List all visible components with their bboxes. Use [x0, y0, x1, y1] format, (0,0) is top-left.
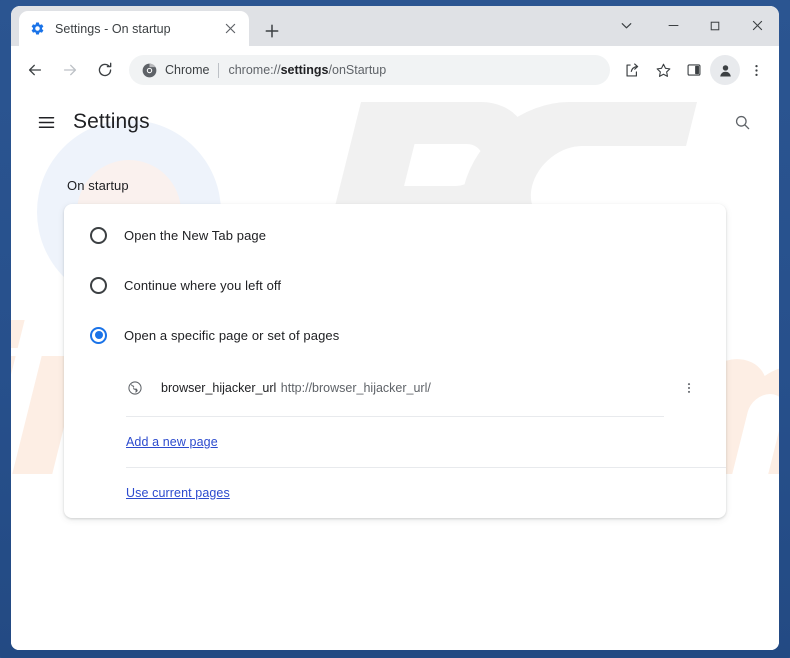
search-icon[interactable] — [725, 105, 759, 139]
url-suffix: /onStartup — [328, 63, 387, 77]
radio-indicator-selected — [90, 326, 107, 344]
startup-page-url: http://browser_hijacker_url/ — [280, 381, 431, 395]
radio-option-specific-pages[interactable]: Open a specific page or set of pages — [64, 310, 726, 360]
tab-strip: Settings - On startup — [11, 6, 779, 46]
use-current-pages-link[interactable]: Use current pages — [126, 486, 230, 500]
radio-label: Open the New Tab page — [124, 227, 267, 243]
radio-option-continue-where-left-off[interactable]: Continue where you left off — [64, 260, 726, 310]
minimize-icon[interactable] — [652, 9, 694, 42]
reload-icon[interactable] — [89, 54, 121, 86]
url-bold-part: settings — [280, 63, 329, 77]
radio-option-new-tab-page[interactable]: Open the New Tab page — [64, 210, 726, 260]
tab-title: Settings - On startup — [55, 21, 171, 36]
hamburger-menu-icon[interactable] — [29, 105, 63, 139]
star-icon[interactable] — [648, 55, 678, 85]
globe-icon — [126, 380, 143, 397]
use-current-pages-row[interactable]: Use current pages — [64, 468, 726, 518]
side-panel-icon[interactable] — [679, 55, 709, 85]
tab-search-chevron-icon[interactable] — [605, 9, 647, 42]
url-prefix: chrome:// — [228, 63, 281, 77]
omnibox-url-text: chrome://settings/onStartup — [228, 63, 386, 77]
share-icon[interactable] — [617, 55, 647, 85]
on-startup-card: Open the New Tab page Continue where you… — [64, 204, 726, 518]
maximize-icon[interactable] — [694, 9, 736, 42]
chrome-logo-icon — [141, 62, 157, 78]
settings-header: Settings — [11, 94, 779, 150]
section-title: On startup — [67, 178, 129, 193]
add-a-new-page-link[interactable]: Add a new page — [126, 435, 218, 449]
close-window-icon[interactable] — [736, 9, 778, 42]
startup-page-row[interactable]: browser_hijacker_url http://browser_hija… — [64, 360, 726, 416]
forward-arrow-icon — [54, 54, 86, 86]
new-tab-button[interactable] — [259, 18, 285, 44]
browser-tab-settings[interactable]: Settings - On startup — [19, 11, 249, 46]
omnibox-separator — [218, 62, 220, 78]
startup-page-name: browser_hijacker_url — [161, 381, 277, 395]
window-frame: Settings - On startup Chrome chrome://se… — [0, 0, 790, 658]
omnibox-scheme-label: Chrome — [165, 63, 210, 77]
avatar-icon[interactable] — [710, 55, 740, 85]
radio-indicator — [90, 276, 107, 294]
browser-toolbar: Chrome chrome://settings/onStartup — [11, 46, 779, 94]
settings-gear-icon — [29, 21, 45, 37]
radio-indicator — [90, 226, 107, 244]
radio-label: Open a specific page or set of pages — [124, 327, 340, 343]
settings-page-viewport: Settings On startup Open the New Tab pag… — [11, 94, 779, 650]
add-new-page-row[interactable]: Add a new page — [64, 417, 726, 467]
startup-page-three-dot-icon[interactable] — [676, 375, 702, 401]
back-arrow-icon[interactable] — [19, 54, 51, 86]
radio-label: Continue where you left off — [124, 277, 282, 293]
tab-close-icon[interactable] — [221, 20, 239, 38]
chrome-menu-three-dot-icon[interactable] — [741, 55, 771, 85]
page-title: Settings — [73, 110, 150, 133]
startup-page-text: browser_hijacker_url http://browser_hija… — [161, 379, 666, 397]
address-bar[interactable]: Chrome chrome://settings/onStartup — [129, 55, 610, 85]
chrome-browser-window: Settings - On startup Chrome chrome://se… — [11, 6, 779, 650]
